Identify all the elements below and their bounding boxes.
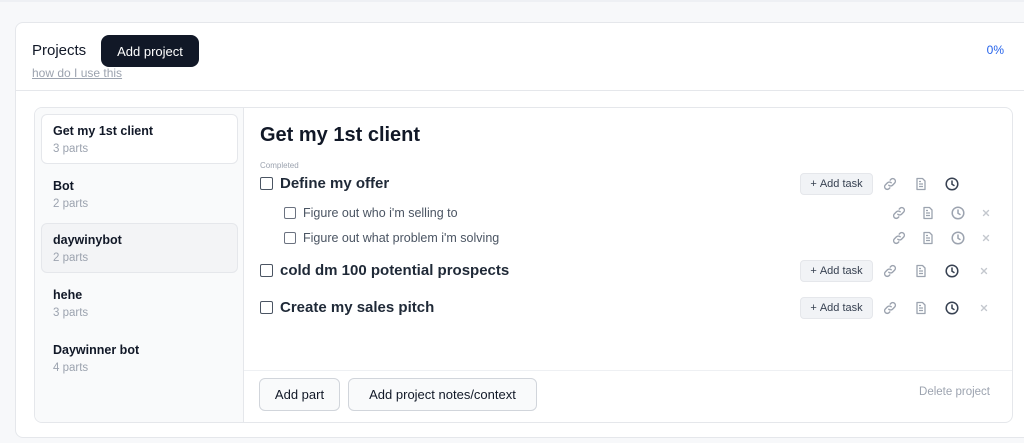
- link-icon[interactable]: [891, 230, 907, 246]
- close-icon[interactable]: [976, 263, 992, 279]
- project-main: Get my 1st client Completed Define my of…: [244, 108, 1012, 422]
- progress-percent: 0%: [986, 43, 1004, 57]
- add-part-button[interactable]: Add part: [259, 378, 340, 411]
- clock-icon[interactable]: [950, 205, 966, 221]
- task-checkbox[interactable]: [284, 232, 296, 244]
- plus-icon: +: [810, 178, 817, 190]
- part-checkbox[interactable]: [260, 301, 273, 314]
- projects-header: Projects Add project how do I use this 0…: [16, 23, 1024, 91]
- sidebar-item-name: daywinybot: [53, 233, 122, 247]
- task-row: Figure out what problem i'm solving: [260, 227, 1012, 249]
- part-label: cold dm 100 potential prospects: [280, 262, 510, 279]
- sidebar-item-parts: 3 parts: [53, 307, 89, 319]
- sidebar-item-parts: 3 parts: [53, 143, 89, 155]
- close-icon[interactable]: [978, 205, 994, 221]
- sidebar-item-name: Bot: [53, 179, 74, 193]
- sidebar-item-daywinner-bot[interactable]: Daywinner bot 4 parts: [41, 333, 238, 383]
- document-icon[interactable]: [913, 300, 929, 316]
- link-icon[interactable]: [882, 263, 898, 279]
- clock-icon[interactable]: [944, 176, 960, 192]
- document-icon[interactable]: [913, 263, 929, 279]
- clock-icon[interactable]: [950, 230, 966, 246]
- projects-card: Projects Add project how do I use this 0…: [15, 22, 1024, 438]
- howto-link[interactable]: how do I use this: [32, 66, 122, 80]
- task-row: Figure out who i'm selling to: [260, 202, 1012, 224]
- clock-icon[interactable]: [944, 263, 960, 279]
- project-footer: Add part Add project notes/context Delet…: [244, 370, 1012, 422]
- sidebar-item-parts: 2 parts: [53, 252, 89, 264]
- sidebar-item-parts: 2 parts: [53, 198, 89, 210]
- link-icon[interactable]: [891, 205, 907, 221]
- part-row: Define my offer + Add task: [260, 173, 1012, 195]
- clock-icon[interactable]: [944, 300, 960, 316]
- task-checkbox[interactable]: [284, 207, 296, 219]
- sidebar-item-name: Get my 1st client: [53, 124, 154, 138]
- part-checkbox[interactable]: [260, 264, 273, 277]
- sidebar-item-name: Daywinner bot: [53, 343, 140, 357]
- sidebar-item-name: hehe: [53, 288, 83, 302]
- project-title: Get my 1st client: [260, 124, 421, 146]
- sidebar-item-daywinybot[interactable]: daywinybot 2 parts: [41, 223, 238, 273]
- plus-icon: +: [810, 302, 817, 314]
- document-icon[interactable]: [920, 230, 936, 246]
- add-task-button[interactable]: + Add task: [800, 173, 873, 195]
- task-label: Figure out what problem i'm solving: [303, 231, 500, 245]
- part-row: Create my sales pitch + Add task: [260, 297, 1012, 319]
- completed-label: Completed: [260, 161, 299, 170]
- project-sidebar: Get my 1st client 3 parts Bot 2 parts da…: [35, 108, 244, 422]
- link-icon[interactable]: [882, 176, 898, 192]
- document-icon[interactable]: [913, 176, 929, 192]
- add-project-button[interactable]: Add project: [101, 35, 199, 67]
- part-checkbox[interactable]: [260, 177, 273, 190]
- document-icon[interactable]: [920, 205, 936, 221]
- delete-project-button[interactable]: Delete project: [919, 386, 990, 398]
- project-panel: Get my 1st client 3 parts Bot 2 parts da…: [34, 107, 1013, 423]
- task-label: Figure out who i'm selling to: [303, 206, 458, 220]
- plus-icon: +: [810, 265, 817, 277]
- add-task-button[interactable]: + Add task: [800, 297, 873, 319]
- part-label: Create my sales pitch: [280, 299, 435, 316]
- part-label: Define my offer: [280, 175, 390, 192]
- part-row: cold dm 100 potential prospects + Add tas…: [260, 260, 1012, 282]
- add-notes-button[interactable]: Add project notes/context: [348, 378, 537, 411]
- sidebar-item-get-my-1st-client[interactable]: Get my 1st client 3 parts: [41, 114, 238, 164]
- top-divider: [0, 0, 1024, 2]
- close-icon[interactable]: [976, 300, 992, 316]
- page-title: Projects: [32, 42, 87, 59]
- sidebar-item-parts: 4 parts: [53, 362, 89, 374]
- sidebar-item-bot[interactable]: Bot 2 parts: [41, 169, 238, 219]
- link-icon[interactable]: [882, 300, 898, 316]
- sidebar-item-hehe[interactable]: hehe 3 parts: [41, 278, 238, 328]
- close-icon[interactable]: [978, 230, 994, 246]
- add-task-button[interactable]: + Add task: [800, 260, 873, 282]
